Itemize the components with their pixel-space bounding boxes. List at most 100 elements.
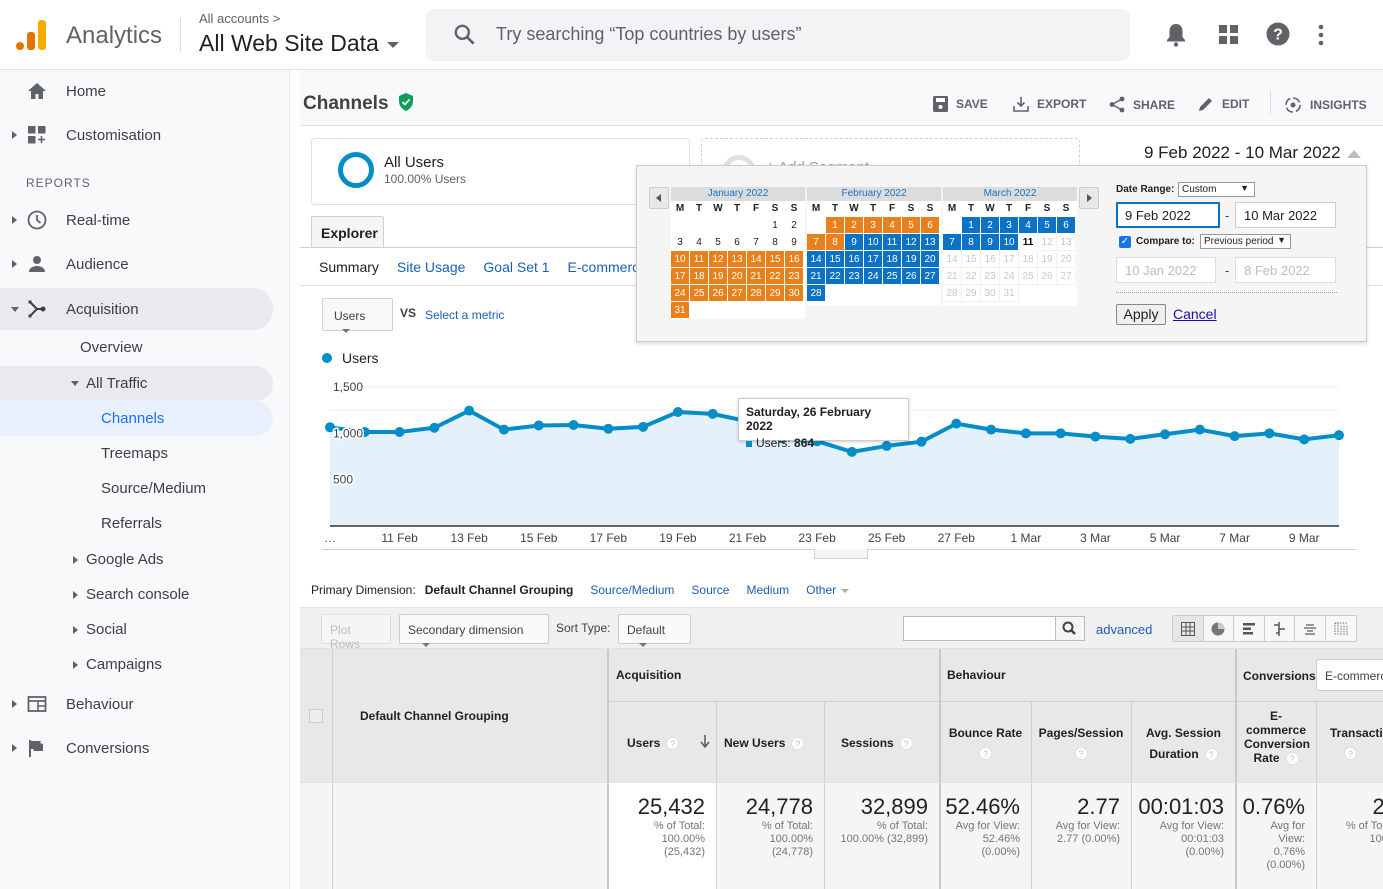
calendar-day[interactable]: 4 [1019,217,1038,234]
tab-explorer[interactable]: Explorer [311,216,384,248]
table-view-icon[interactable] [1173,616,1204,641]
advanced-filter-link[interactable]: advanced [1096,622,1152,637]
calendar-day[interactable]: 17 [864,251,883,268]
calendar-day[interactable]: 26 [709,285,728,302]
calendar-day[interactable]: 11 [1019,234,1038,251]
calendar-day[interactable]: 28 [747,285,766,302]
help-icon[interactable]: ? [1344,747,1357,761]
help-icon[interactable]: ? [1266,22,1290,46]
calendar-day[interactable]: 2 [845,217,864,234]
calendar-day[interactable]: 1 [766,217,785,234]
calendar-day[interactable]: 16 [785,251,804,268]
pie-view-icon[interactable] [1204,616,1234,641]
col-header-users[interactable]: Users? [608,701,716,782]
calendar-day[interactable]: 14 [747,251,766,268]
calendar-day[interactable]: 21 [807,268,826,285]
calendar-day[interactable]: 31 [671,302,690,319]
table-search-button[interactable] [1055,616,1085,641]
calendar-day[interactable]: 15 [826,251,845,268]
calendar-day[interactable]: 23 [785,268,804,285]
sidebar-item-overview[interactable]: Overview [0,327,273,367]
calendar-day[interactable]: 3 [671,234,690,251]
end-date-input[interactable] [1235,202,1336,228]
calendar-day[interactable]: 22 [826,268,845,285]
edit-button[interactable]: EDIT [1198,96,1249,112]
calendar-day[interactable]: 25 [690,285,709,302]
help-icon[interactable]: ? [1074,747,1088,761]
property-selector[interactable]: All Web Site Data [199,30,399,57]
calendar-day[interactable]: 19 [709,268,728,285]
calendar-day[interactable]: 3 [864,217,883,234]
col-header-avg-session-duration[interactable]: Avg. Session Duration? [1131,701,1236,782]
dimension-link-source[interactable]: Source [691,583,729,597]
sidebar-item-search-console[interactable]: Search console [0,577,273,612]
sidebar-item-conversions[interactable]: Conversions [0,728,273,768]
calendar-day[interactable]: 3 [1000,217,1019,234]
sidebar-item-social[interactable]: Social [0,612,273,647]
calendar-day[interactable]: 5 [902,217,921,234]
calendar-day[interactable]: 8 [962,234,981,251]
col-header-ecommerce-conversion-rate[interactable]: E-commerce Conversion Rate? [1236,701,1316,782]
calendar-day[interactable]: 6 [921,217,940,234]
subtab-goal-set-1[interactable]: Goal Set 1 [483,259,549,275]
dimension-link-source-medium[interactable]: Source/Medium [590,583,674,597]
compare-start-input[interactable] [1116,257,1216,283]
sidebar-item-treemaps[interactable]: Treemaps [0,436,273,471]
comparison-view-icon[interactable] [1265,616,1295,641]
calendar-day[interactable]: 24 [671,285,690,302]
calendar-day[interactable]: 7 [747,234,766,251]
sidebar-item-home[interactable]: Home [0,71,273,111]
col-header-bounce-rate[interactable]: Bounce Rate? [940,701,1031,782]
help-icon[interactable]: ? [1204,748,1218,762]
subtab-ecommerce[interactable]: E-commerce [568,259,647,275]
help-icon[interactable]: ? [899,737,913,751]
more-vert-icon[interactable] [1316,24,1326,46]
compare-checkbox[interactable]: ✓ [1119,236,1131,248]
prev-month-button[interactable] [649,187,669,209]
chart-resize-handle[interactable] [814,549,868,559]
calendar-day[interactable]: 2 [981,217,1000,234]
calendar-day[interactable]: 6 [1057,217,1076,234]
calendar-day[interactable]: 26 [902,268,921,285]
calendar-day[interactable]: 10 [671,251,690,268]
calendar-day[interactable]: 6 [728,234,747,251]
calendar-day[interactable]: 4 [690,234,709,251]
sidebar-item-source-medium[interactable]: Source/Medium [0,471,273,506]
metric-select[interactable]: Users [322,298,393,333]
calendar-day[interactable]: 11 [883,234,902,251]
apps-grid-icon[interactable] [1219,25,1239,45]
calendar-day[interactable]: 7 [943,234,962,251]
subtab-summary[interactable]: Summary [319,259,379,275]
col-header-pages-session[interactable]: Pages/Session? [1031,701,1131,782]
calendar-day[interactable]: 22 [766,268,785,285]
calendar-day[interactable]: 5 [1038,217,1057,234]
sidebar-item-all-traffic[interactable]: All Traffic [0,366,273,401]
export-button[interactable]: EXPORT [1013,96,1086,112]
calendar-day[interactable]: 13 [921,234,940,251]
calendar-day[interactable]: 11 [690,251,709,268]
calendar-day[interactable]: 10 [864,234,883,251]
secondary-dimension-select[interactable]: Secondary dimension [399,614,549,647]
sidebar-item-behaviour[interactable]: Behaviour [0,684,273,724]
calendar-day[interactable]: 25 [883,268,902,285]
select-metric-link[interactable]: Select a metric [425,308,504,322]
calendar-day[interactable]: 28 [807,285,826,302]
sidebar-item-realtime[interactable]: Real-time [0,200,273,240]
calendar-day[interactable]: 10 [1000,234,1019,251]
calendar-day[interactable]: 1 [962,217,981,234]
calendar-day[interactable]: 16 [845,251,864,268]
calendar-day[interactable]: 18 [690,268,709,285]
calendar-day[interactable]: 27 [921,268,940,285]
calendar-day[interactable]: 19 [902,251,921,268]
start-date-input[interactable] [1116,202,1220,228]
select-all-checkbox[interactable] [309,709,323,723]
calendar-day[interactable]: 7 [807,234,826,251]
dimension-link-other[interactable]: Other [806,583,850,597]
calendar-day[interactable]: 23 [845,268,864,285]
share-button[interactable]: SHARE [1109,96,1175,113]
plot-rows-button[interactable]: Plot Rows [321,614,391,651]
calendar-day[interactable]: 8 [766,234,785,251]
col-header-sessions[interactable]: Sessions? [824,701,940,782]
performance-view-icon[interactable] [1234,616,1265,641]
table-search-input[interactable] [903,616,1056,641]
